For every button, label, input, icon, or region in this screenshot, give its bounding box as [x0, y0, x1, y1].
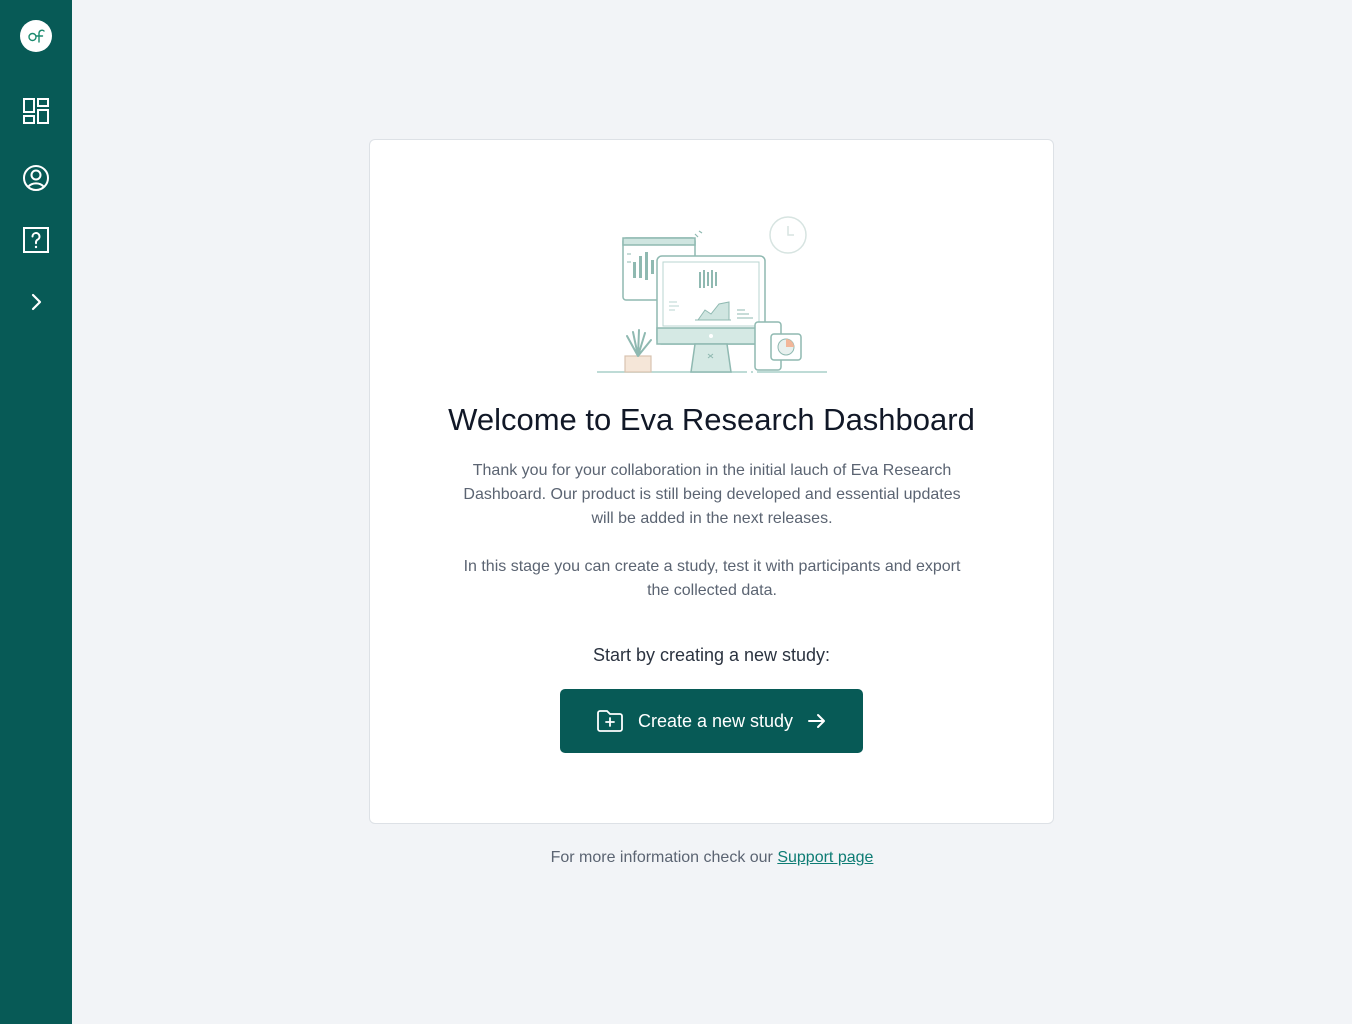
support-page-link[interactable]: Support page [777, 849, 873, 866]
nav-profile[interactable] [18, 160, 54, 196]
dashboard-grid-icon [23, 98, 49, 124]
help-question-icon [23, 227, 49, 253]
welcome-card: Welcome to Eva Research Dashboard Thank … [369, 139, 1054, 824]
create-study-button[interactable]: Create a new study [560, 689, 863, 753]
nav-dashboard[interactable] [18, 93, 54, 129]
footer-info: For more information check our Support p… [72, 849, 1352, 867]
main-content: Welcome to Eva Research Dashboard Thank … [72, 0, 1352, 1024]
app-logo[interactable] [20, 20, 52, 52]
nav-help[interactable] [18, 222, 54, 258]
sidebar [0, 0, 72, 1024]
arrow-right-icon [807, 712, 827, 730]
dashboard-illustration [597, 216, 827, 373]
intro-paragraph: Thank you for your collaboration in the … [463, 462, 961, 527]
user-circle-icon [23, 165, 49, 191]
footer-text: For more information check our [550, 849, 778, 866]
page-title: Welcome to Eva Research Dashboard [448, 402, 975, 437]
create-study-label: Create a new study [637, 710, 794, 731]
folder-plus-icon [596, 709, 624, 733]
start-prompt: Start by creating a new study: [592, 645, 831, 665]
stage-paragraph: In this stage you can create a study, te… [463, 558, 961, 599]
chevron-right-icon [31, 293, 42, 311]
of-logo-icon [28, 29, 45, 43]
nav-expand[interactable] [18, 284, 54, 320]
